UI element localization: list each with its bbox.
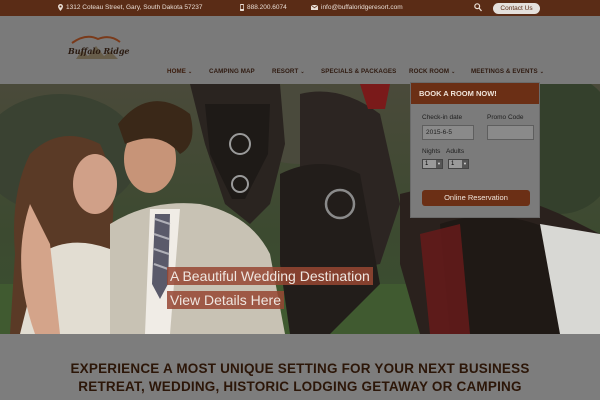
adults-select-value: 1 bbox=[451, 161, 455, 167]
nav-item-specials-packages[interactable]: SPECIALS & PACKAGES bbox=[321, 68, 396, 75]
phone-text[interactable]: 888.200.6074 bbox=[247, 4, 287, 11]
phone-info[interactable]: 888.200.6074 bbox=[240, 4, 287, 11]
logo-text: Buffalo Ridge bbox=[68, 46, 130, 56]
email-link[interactable]: info@buffaloridgeresort.com bbox=[321, 4, 403, 11]
contact-us-button[interactable]: Contact Us bbox=[493, 3, 540, 14]
address-text: 1312 Coteau Street, Gary, South Dakota 5… bbox=[66, 4, 203, 11]
top-bar: 1312 Coteau Street, Gary, South Dakota 5… bbox=[0, 0, 600, 16]
site-header: Buffalo Ridge HOME ⌄ CAMPING MAP RESORT ⌄ … bbox=[0, 16, 600, 84]
booking-panel: BOOK A ROOM NOW! Check-in date Promo Cod… bbox=[410, 82, 540, 218]
adults-select[interactable]: 1 ▼ bbox=[448, 159, 469, 169]
main-nav: HOME ⌄ CAMPING MAP RESORT ⌄ SPECIALS & PAC… bbox=[0, 68, 600, 80]
nav-item-rock-room[interactable]: ROCK ROOM ⌄ bbox=[409, 68, 455, 75]
nav-label: HOME bbox=[167, 68, 186, 75]
envelope-icon bbox=[311, 5, 318, 10]
nav-label: CAMPING MAP bbox=[209, 68, 255, 75]
nav-item-home[interactable]: HOME ⌄ bbox=[167, 68, 192, 75]
checkin-label: Check-in date bbox=[422, 114, 463, 121]
chevron-down-icon: ⌄ bbox=[300, 69, 305, 75]
chevron-down-icon: ▼ bbox=[462, 160, 468, 168]
map-pin-icon bbox=[58, 4, 63, 11]
hero-caption-link[interactable]: View Details Here bbox=[167, 291, 285, 309]
intro-headline-line2: RETREAT, WEDDING, HISTORIC LODGING GETAW… bbox=[78, 379, 522, 394]
chevron-down-icon: ⌄ bbox=[539, 69, 544, 75]
nights-label: Nights bbox=[422, 148, 441, 155]
intro-section: EXPERIENCE A MOST UNIQUE SETTING FOR YOU… bbox=[0, 334, 600, 400]
online-reservation-button[interactable]: Online Reservation bbox=[422, 190, 530, 206]
nav-item-resort[interactable]: RESORT ⌄ bbox=[272, 68, 305, 75]
address-info: 1312 Coteau Street, Gary, South Dakota 5… bbox=[58, 4, 202, 11]
intro-headline-line1: EXPERIENCE A MOST UNIQUE SETTING FOR YOU… bbox=[70, 361, 530, 376]
nav-label: SPECIALS & PACKAGES bbox=[321, 68, 397, 75]
checkin-date-input[interactable]: 2015-6-5 bbox=[422, 125, 474, 140]
chevron-down-icon: ▼ bbox=[436, 160, 442, 168]
nights-select-value: 1 bbox=[425, 161, 429, 167]
nav-label: ROCK ROOM bbox=[409, 68, 450, 75]
nav-item-meetings-events[interactable]: MEETINGS & EVENTS ⌄ bbox=[471, 68, 544, 75]
adults-label: Adults bbox=[446, 148, 465, 155]
email-info[interactable]: info@buffaloridgeresort.com bbox=[311, 4, 403, 11]
search-icon[interactable] bbox=[474, 3, 482, 12]
mobile-phone-icon bbox=[240, 4, 244, 11]
nav-label: MEETINGS & EVENTS bbox=[471, 68, 538, 75]
site-logo[interactable]: Buffalo Ridge bbox=[68, 34, 130, 62]
chevron-down-icon: ⌄ bbox=[187, 69, 193, 75]
nights-select[interactable]: 1 ▼ bbox=[422, 159, 443, 169]
booking-title: BOOK A ROOM NOW! bbox=[411, 83, 539, 104]
promo-code-input[interactable] bbox=[487, 125, 534, 140]
chevron-down-icon: ⌄ bbox=[451, 69, 456, 75]
nav-item-camping-map[interactable]: CAMPING MAP bbox=[209, 68, 255, 75]
nav-label: RESORT bbox=[272, 68, 299, 75]
hero-caption-title[interactable]: A Beautiful Wedding Destination bbox=[167, 267, 373, 285]
promo-label: Promo Code bbox=[487, 114, 524, 121]
intro-headline: EXPERIENCE A MOST UNIQUE SETTING FOR YOU… bbox=[0, 360, 600, 396]
